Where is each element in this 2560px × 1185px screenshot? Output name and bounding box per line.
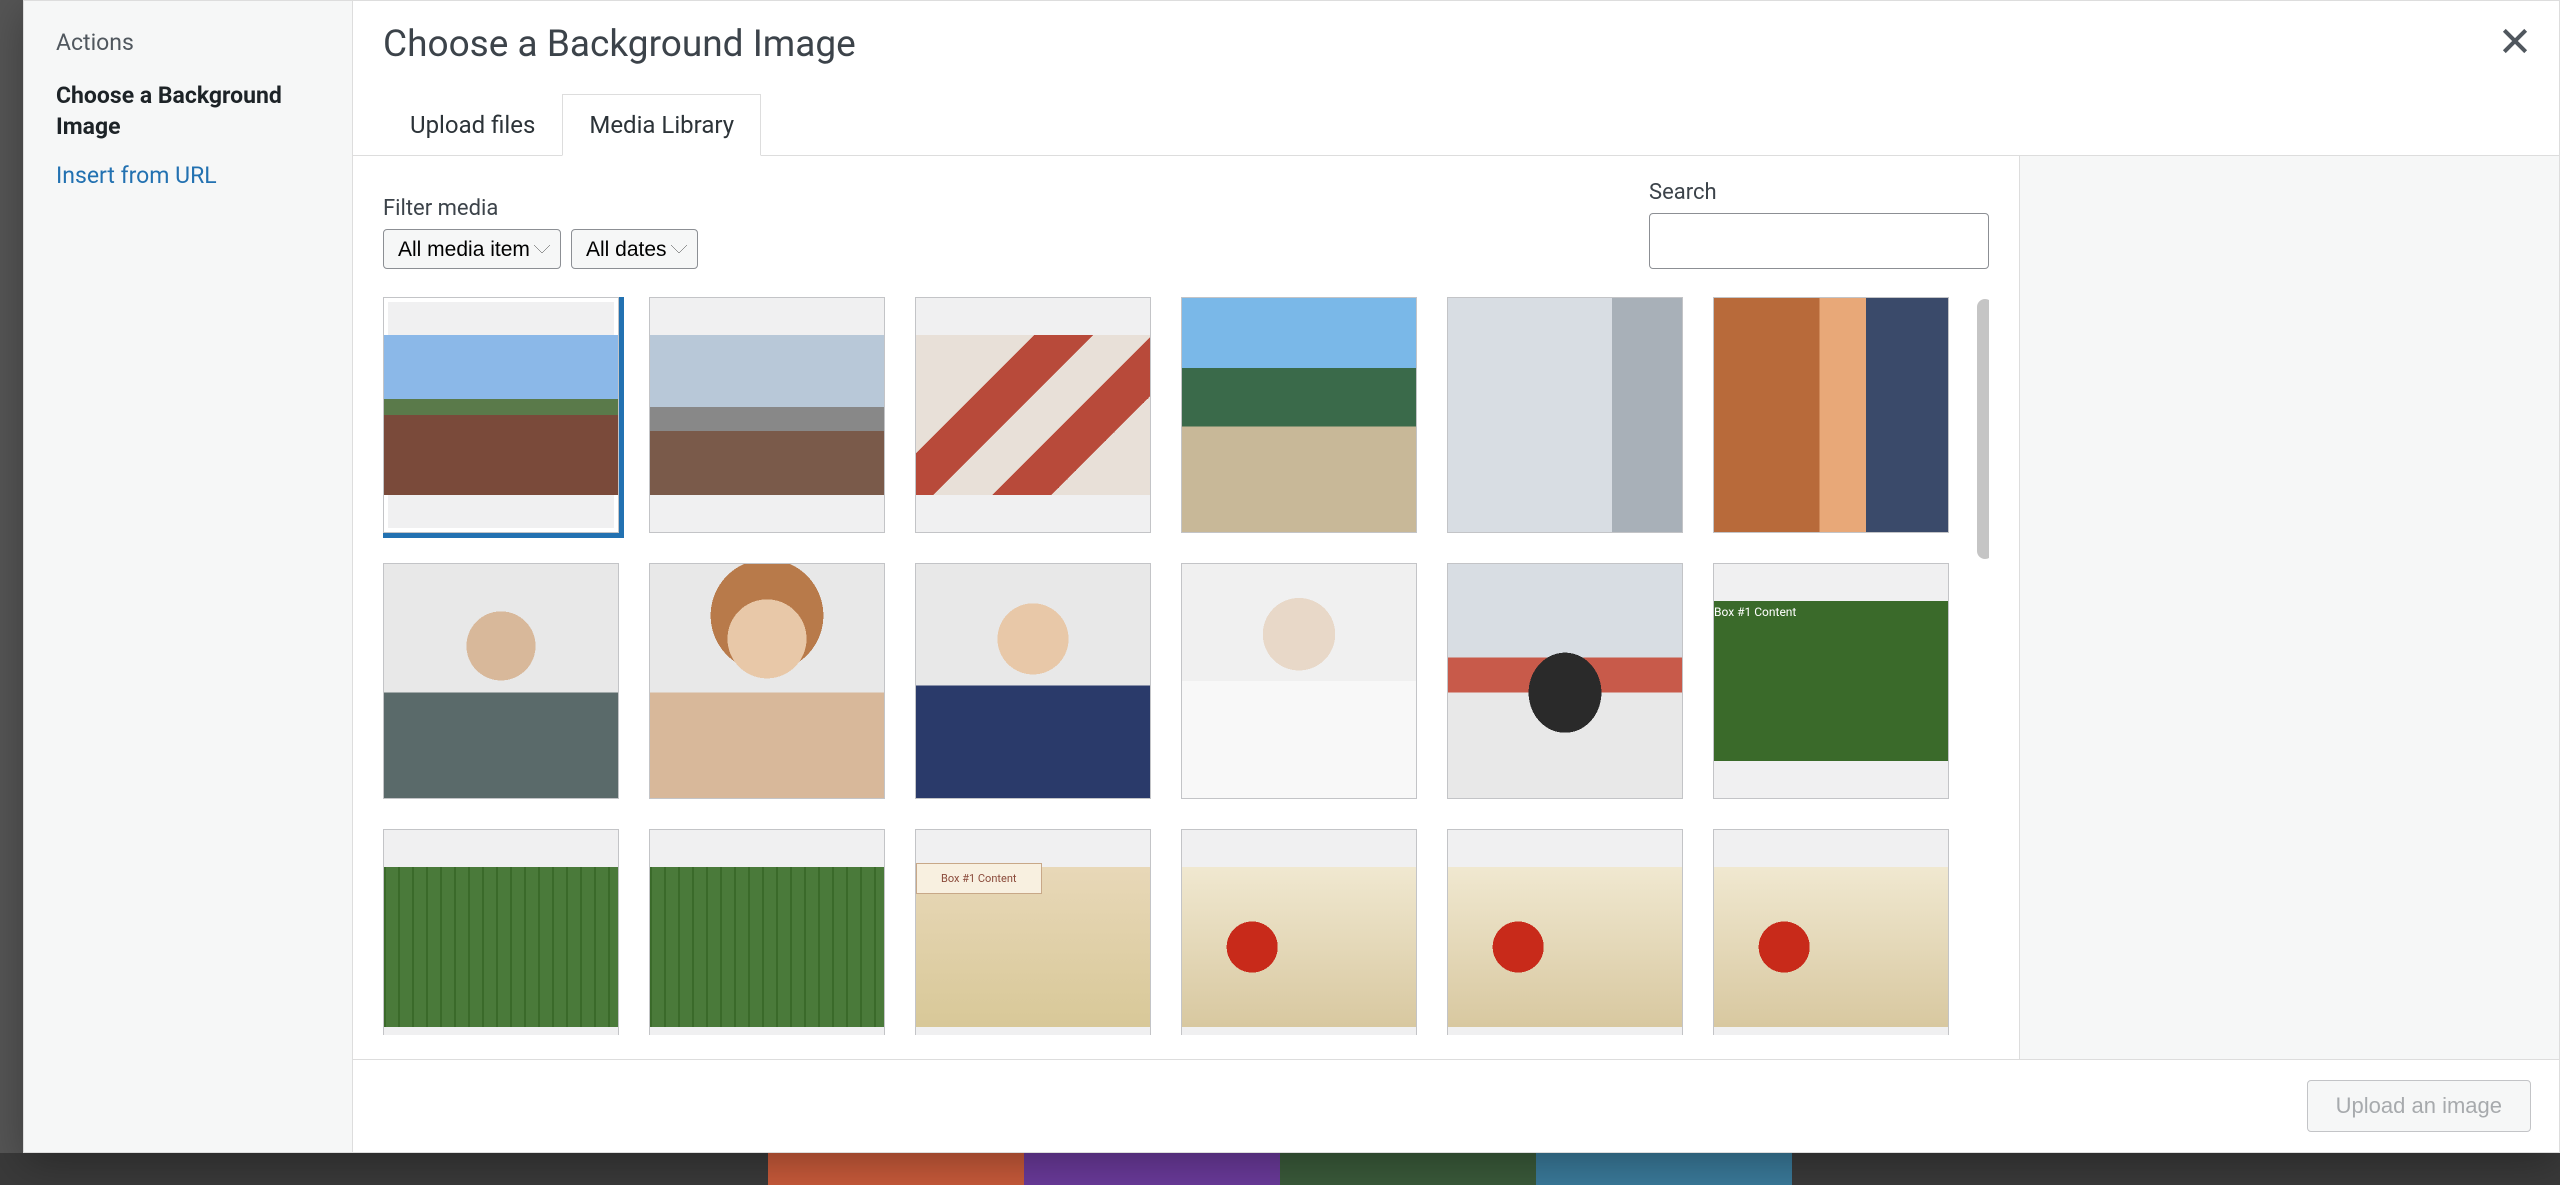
filter-date-select[interactable]: All dates (571, 229, 698, 269)
modal-main: Choose a Background Image Upload files M… (353, 1, 2559, 1152)
thumbnail-image (384, 867, 618, 1027)
sidebar-heading: Actions (56, 29, 320, 56)
background-page-bars (0, 1153, 2560, 1185)
media-thumbnail[interactable] (649, 297, 885, 533)
scrollbar[interactable] (1977, 299, 1989, 1035)
media-thumbnail[interactable] (1447, 829, 1683, 1035)
scrollbar-thumb[interactable] (1977, 299, 1989, 559)
modal-header: Choose a Background Image (353, 1, 2559, 69)
thumbnail-image (1182, 298, 1416, 532)
search-label: Search (1649, 180, 1989, 205)
tab-bar: Upload files Media Library (353, 69, 2559, 156)
thumbnail-image (916, 335, 1150, 495)
modal-sidebar: Actions Choose a Background Image Insert… (24, 1, 353, 1152)
thumbnail-image (650, 335, 884, 495)
media-thumbnail[interactable] (649, 829, 885, 1035)
thumbnail-image (1448, 298, 1682, 532)
media-thumbnail[interactable] (649, 563, 885, 799)
search-input[interactable] (1649, 213, 1989, 269)
filter-bar: Filter media All media item All dates (383, 180, 1989, 269)
media-grid (383, 297, 1989, 1035)
sidebar-action-insert-url[interactable]: Insert from URL (56, 160, 320, 191)
media-thumbnail[interactable] (1447, 563, 1683, 799)
media-thumbnail[interactable] (383, 829, 619, 1035)
media-thumbnail[interactable] (915, 829, 1151, 1035)
media-browser: Filter media All media item All dates (353, 156, 2019, 1059)
thumbnail-image (384, 335, 618, 495)
attachment-details-pane (2019, 156, 2559, 1059)
modal-footer: Upload an image (353, 1059, 2559, 1152)
media-thumbnail[interactable] (915, 297, 1151, 533)
media-thumbnail[interactable] (915, 563, 1151, 799)
modal-title: Choose a Background Image (383, 21, 2529, 69)
thumbnail-image (650, 564, 884, 798)
media-thumbnail[interactable] (1181, 563, 1417, 799)
thumbnail-image (1182, 867, 1416, 1027)
thumbnail-image (1714, 298, 1948, 532)
media-thumbnail[interactable] (1181, 297, 1417, 533)
tab-upload-files[interactable]: Upload files (383, 94, 562, 156)
filter-type-select[interactable]: All media item (383, 229, 561, 269)
thumbnail-image (1182, 564, 1416, 798)
media-modal: Actions Choose a Background Image Insert… (23, 0, 2560, 1153)
media-thumbnail[interactable] (1713, 829, 1949, 1035)
sidebar-action-choose-bg[interactable]: Choose a Background Image (56, 80, 320, 142)
thumbnail-image (916, 564, 1150, 798)
thumbnail-image (1714, 867, 1948, 1027)
thumbnail-image (1448, 867, 1682, 1027)
tab-media-library[interactable]: Media Library (562, 94, 761, 156)
thumbnail-image (916, 867, 1150, 1027)
filter-label: Filter media (383, 196, 698, 221)
close-button[interactable] (2495, 21, 2535, 61)
media-thumbnail[interactable] (1713, 563, 1949, 799)
thumbnail-image (1714, 601, 1948, 761)
thumbnail-image (384, 564, 618, 798)
media-thumbnail[interactable] (383, 563, 619, 799)
media-thumbnail[interactable] (383, 297, 619, 533)
thumbnail-image (650, 867, 884, 1027)
thumbnail-image (1448, 564, 1682, 798)
media-thumbnail[interactable] (1447, 297, 1683, 533)
media-thumbnail[interactable] (1713, 297, 1949, 533)
close-icon (2499, 25, 2531, 57)
media-thumbnail[interactable] (1181, 829, 1417, 1035)
upload-image-button[interactable]: Upload an image (2307, 1080, 2531, 1132)
